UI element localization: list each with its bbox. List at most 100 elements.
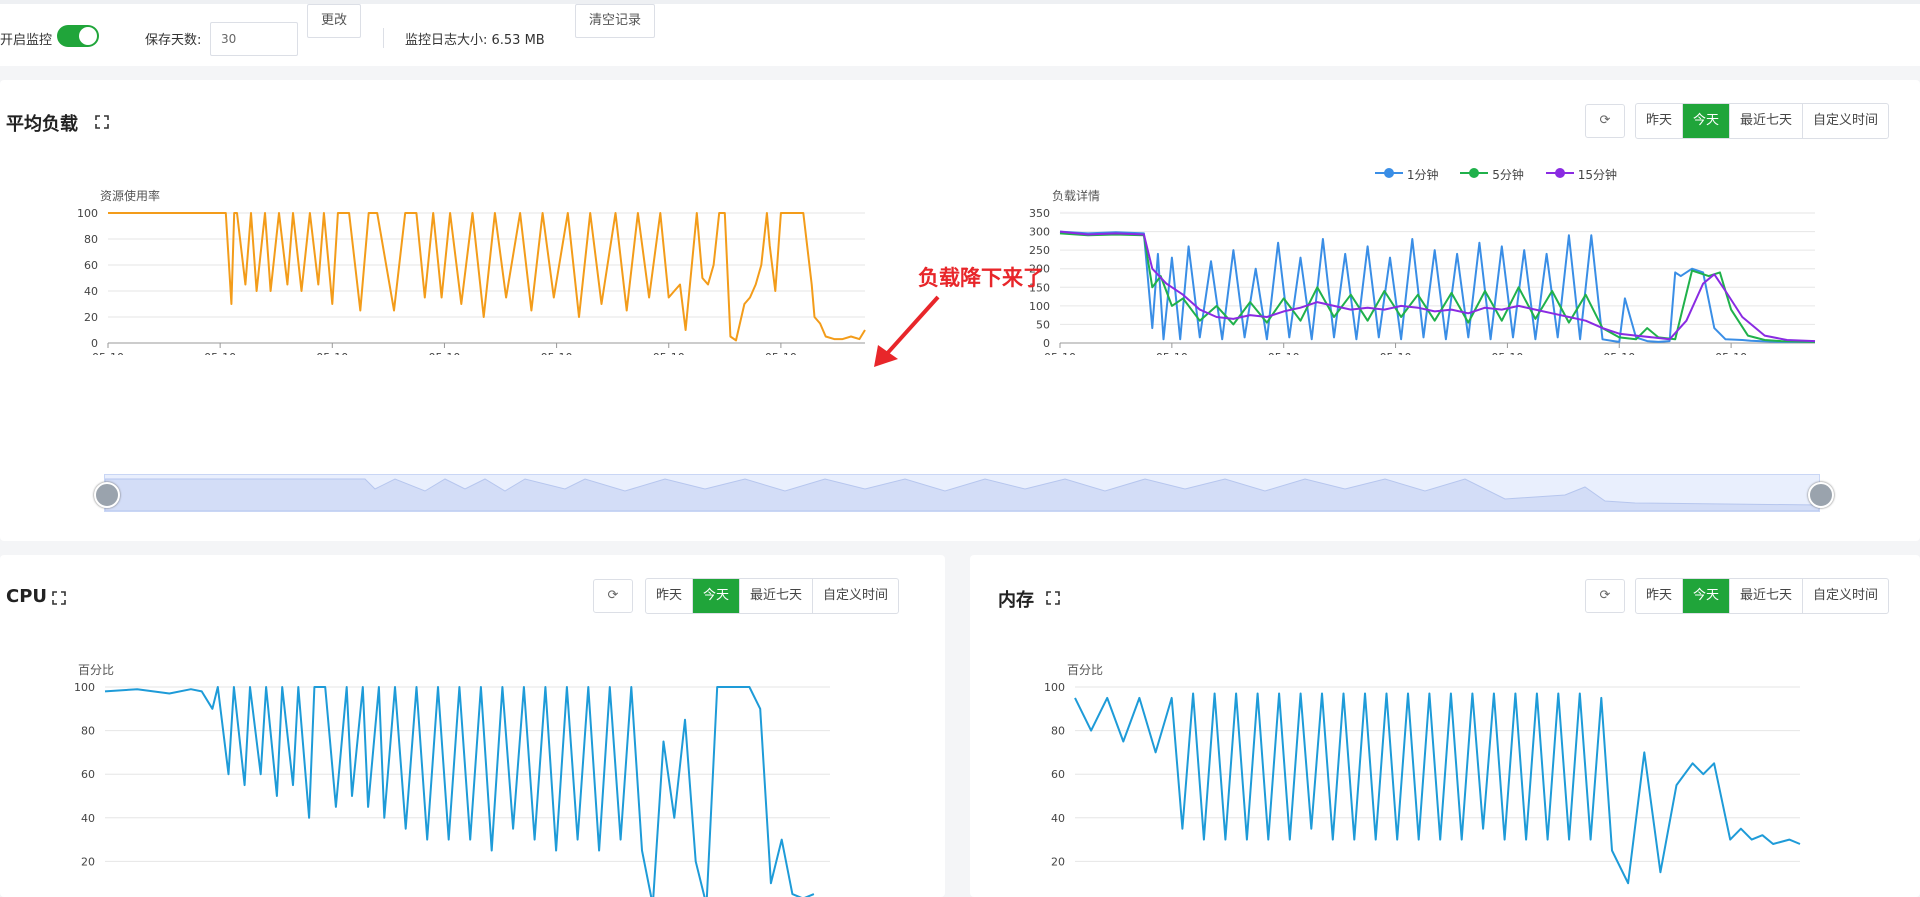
clear-records-button[interactable]: 清空记录 <box>575 4 655 38</box>
y-tick-label: 40 <box>1051 812 1065 825</box>
slider-right-handle[interactable] <box>1808 482 1834 508</box>
slider-preview <box>104 478 1820 512</box>
keep-days-input[interactable]: 30 <box>210 22 298 56</box>
refresh-button[interactable]: ⟳ <box>1585 104 1625 138</box>
x-tick-label: 05-10 <box>541 351 573 355</box>
range-today[interactable]: 今天 <box>1683 104 1731 138</box>
load-detail-chart: 05010015020025030035005-1000:0005-1002:0… <box>1029 207 1816 355</box>
x-tick-label: 05-10 <box>1268 351 1300 355</box>
y-tick-label: 250 <box>1029 244 1050 257</box>
toolbar-divider <box>383 28 384 48</box>
cpu-panel-title: CPU <box>6 586 48 607</box>
y-tick-label: 20 <box>84 311 98 324</box>
x-tick-label: 05-10 <box>1380 351 1412 355</box>
range-yesterday[interactable]: 昨天 <box>646 579 694 613</box>
y-tick-label: 0 <box>1043 337 1050 350</box>
monitor-toolbar: 开启监控 保存天数: 30 更改 监控日志大小: 6.53 MB 清空记录 <box>0 0 1920 66</box>
x-tick-label: 05-10 <box>428 351 460 355</box>
range-last-7-days[interactable]: 最近七天 <box>740 579 814 613</box>
y-tick-label: 350 <box>1029 207 1050 220</box>
x-tick-label: 05-10 <box>653 351 685 355</box>
y-tick-label: 60 <box>84 259 98 272</box>
series-line-0 <box>104 686 815 897</box>
expand-icon[interactable] <box>1046 591 1060 605</box>
y-tick-label: 50 <box>1036 318 1050 331</box>
refresh-icon: ⟳ <box>607 588 619 603</box>
x-tick-label: 05-10 <box>1491 351 1523 355</box>
legend-1min-label: 1分钟 <box>1406 168 1439 182</box>
legend-5min-label: 5分钟 <box>1492 168 1524 182</box>
y-tick-label: 0 <box>91 337 98 350</box>
y-tick-label: 60 <box>1051 768 1065 781</box>
load-detail-legend: 1分钟 5分钟 15分钟 <box>1375 166 1617 183</box>
monitor-toggle-switch[interactable] <box>57 25 99 47</box>
refresh-icon: ⟳ <box>1599 588 1611 603</box>
y-tick-label: 80 <box>81 725 95 738</box>
y-tick-label: 20 <box>1051 855 1065 868</box>
cpu-panel: CPU ⟳ 昨天 今天 最近七天 自定义时间 百分比 20 40 60 80 100 <box>0 555 945 897</box>
y-tick-label: 20 <box>81 855 95 868</box>
y-tick-label: 300 <box>1029 226 1050 239</box>
y-tick-label: 100 <box>77 207 98 220</box>
memory-y-title: 百分比 <box>1067 663 1104 677</box>
annotation-text: 负载降下来了 <box>918 266 1044 290</box>
expand-icon[interactable] <box>52 591 66 605</box>
load-panel-title: 平均负载 <box>6 114 78 135</box>
legend-1min-marker <box>1375 168 1403 178</box>
y-tick-label: 100 <box>74 681 95 694</box>
expand-icon[interactable] <box>95 115 109 129</box>
y-tick-label: 40 <box>81 812 95 825</box>
x-tick-label: 05-10 <box>1156 351 1188 355</box>
range-last-7-days[interactable]: 最近七天 <box>1730 579 1804 613</box>
x-tick-label: 05-10 <box>1044 351 1076 355</box>
range-custom[interactable]: 自定义时间 <box>1803 104 1888 138</box>
range-last-7-days[interactable]: 最近七天 <box>1730 104 1804 138</box>
range-yesterday[interactable]: 昨天 <box>1636 579 1684 613</box>
refresh-icon: ⟳ <box>1599 113 1611 128</box>
time-range-slider[interactable] <box>104 474 1820 512</box>
change-button[interactable]: 更改 <box>307 4 361 38</box>
legend-15min-marker <box>1545 168 1574 178</box>
annotation-arrow <box>874 295 940 367</box>
range-yesterday[interactable]: 昨天 <box>1636 104 1684 138</box>
legend-5min-marker <box>1460 168 1489 178</box>
range-custom[interactable]: 自定义时间 <box>1803 579 1888 613</box>
cpu-y-title: 百分比 <box>78 663 115 677</box>
cpu-range-group: 昨天 今天 最近七天 自定义时间 <box>645 578 900 614</box>
keep-days-label: 保存天数: <box>145 33 202 48</box>
legend-15min[interactable]: 15分钟 <box>1545 166 1618 183</box>
y-tick-label: 40 <box>84 285 98 298</box>
slider-left-handle[interactable] <box>94 482 120 508</box>
range-custom[interactable]: 自定义时间 <box>813 579 898 613</box>
x-tick-label: 05-10 <box>316 351 348 355</box>
y-tick-label: 100 <box>1029 300 1050 313</box>
x-tick-label: 05-10 <box>92 351 124 355</box>
memory-panel-title: 内存 <box>998 590 1034 611</box>
load-usage-chart: 02040608010005-1000:0005-1002:0005-1004:… <box>77 207 866 355</box>
y-tick-label: 80 <box>84 233 98 246</box>
load-panel: 平均负载 ⟳ 昨天 今天 最近七天 自定义时间 资源使用率 负载详情 1分钟 5… <box>0 80 1920 541</box>
load-usage-y-title: 资源使用率 <box>100 189 161 203</box>
monitor-toggle-label: 开启监控 <box>0 33 53 48</box>
memory-chart: 20 40 60 80 100 <box>1044 681 1801 885</box>
series-line-0 <box>1074 692 1801 885</box>
memory-range-group: 昨天 今天 最近七天 自定义时间 <box>1635 578 1890 614</box>
memory-refresh-button[interactable]: ⟳ <box>1585 579 1625 613</box>
range-today[interactable]: 今天 <box>693 579 741 613</box>
memory-panel: 内存 ⟳ 昨天 今天 最近七天 自定义时间 百分比 20 40 60 80 100 <box>970 555 1920 897</box>
log-size-text: 监控日志大小: 6.53 MB <box>405 33 545 48</box>
cpu-refresh-button[interactable]: ⟳ <box>593 579 633 613</box>
legend-15min-label: 15分钟 <box>1577 168 1618 182</box>
range-today[interactable]: 今天 <box>1683 579 1731 613</box>
y-tick-label: 100 <box>1044 681 1065 694</box>
legend-1min[interactable]: 1分钟 <box>1375 166 1438 183</box>
cpu-chart: 20 40 60 80 100 <box>74 681 830 897</box>
x-tick-label: 05-10 <box>204 351 236 355</box>
y-tick-label: 80 <box>1051 725 1065 738</box>
legend-5min[interactable]: 5分钟 <box>1460 166 1524 183</box>
switch-knob <box>79 27 97 45</box>
load-range-group: 昨天 今天 最近七天 自定义时间 <box>1635 103 1890 139</box>
load-detail-y-title: 负载详情 <box>1052 189 1101 203</box>
y-tick-label: 60 <box>81 768 95 781</box>
series-line-0 <box>108 212 866 342</box>
